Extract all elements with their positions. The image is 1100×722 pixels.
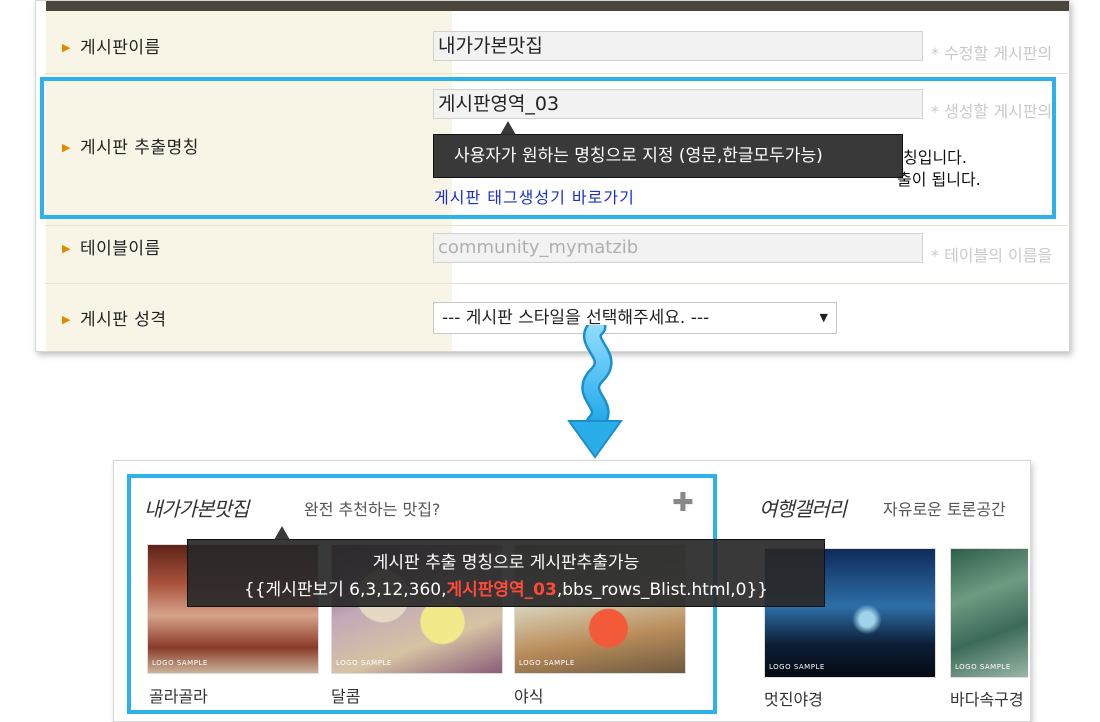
tooltip-line2: {{게시판보기 6,3,12,360,게시판영역_03,bbs_rows_Bli… [188,575,824,600]
tag-board-name: 게시판영역_03 [446,580,557,600]
thumb-caption[interactable]: 바다속구경 [950,686,1028,710]
label-text: 게시판이름 [79,38,161,58]
tooltip-text: 사용자가 원하는 명칭으로 지정 (영문,한글모두가능) [454,146,823,166]
down-arrow-icon [567,325,623,459]
row-separator [45,73,1068,74]
row-separator [45,225,1068,226]
board-style-select[interactable]: --- 게시판 스타일을 선택해주세요. --- ▼ [433,302,837,334]
table-name-hint: * 테이블의 이름을 [931,246,1053,265]
board-name-hint: * 수정할 게시판의 [931,44,1053,63]
thumb-caption[interactable]: 멋진야경 [764,686,823,710]
widget-title-right: 여행갤러리 [759,497,847,521]
label-text: 테이블이름 [79,239,161,259]
tooltip-tail [500,121,516,135]
row-separator [45,283,1068,284]
tooltip-line1: 게시판 추출 명칭으로 게시판추출가능 [372,553,640,573]
row-label-table-name: ▶ 테이블이름 [62,234,161,259]
widget-subtitle-right: 자유로운 토론공간 [883,500,1006,519]
bullet-icon: ▶ [62,242,71,255]
board-name-input[interactable]: 내가가본맛집 [433,31,923,61]
tooltip-extract-name: 사용자가 원하는 명칭으로 지정 (영문,한글모두가능) [433,121,903,178]
tooltip-tail [274,526,290,540]
tag-suffix: ,bbs_rows_Blist.html,0}} [556,580,769,600]
row-label-board-name: ▶ 게시판이름 [62,33,161,58]
bullet-icon: ▶ [62,313,71,326]
tag-prefix: {{게시판보기 6,3,12,360, [243,580,447,600]
row-label-board-style: ▶ 게시판 성격 [62,305,167,330]
form-top-bar [46,1,1069,11]
thumb-logo: LOGO SAMPLE [955,663,1011,671]
thumb-logo: LOGO SAMPLE [769,663,825,671]
label-text: 게시판 성격 [79,310,167,330]
thumbnail-image[interactable]: LOGO SAMPLE [950,548,1028,678]
table-name-input: community_mymatzib [433,233,923,263]
tooltip-extract-tag: 게시판 추출 명칭으로 게시판추출가능 {{게시판보기 6,3,12,360,게… [187,526,825,607]
chevron-down-icon: ▼ [819,311,828,324]
bullet-icon: ▶ [62,41,71,54]
